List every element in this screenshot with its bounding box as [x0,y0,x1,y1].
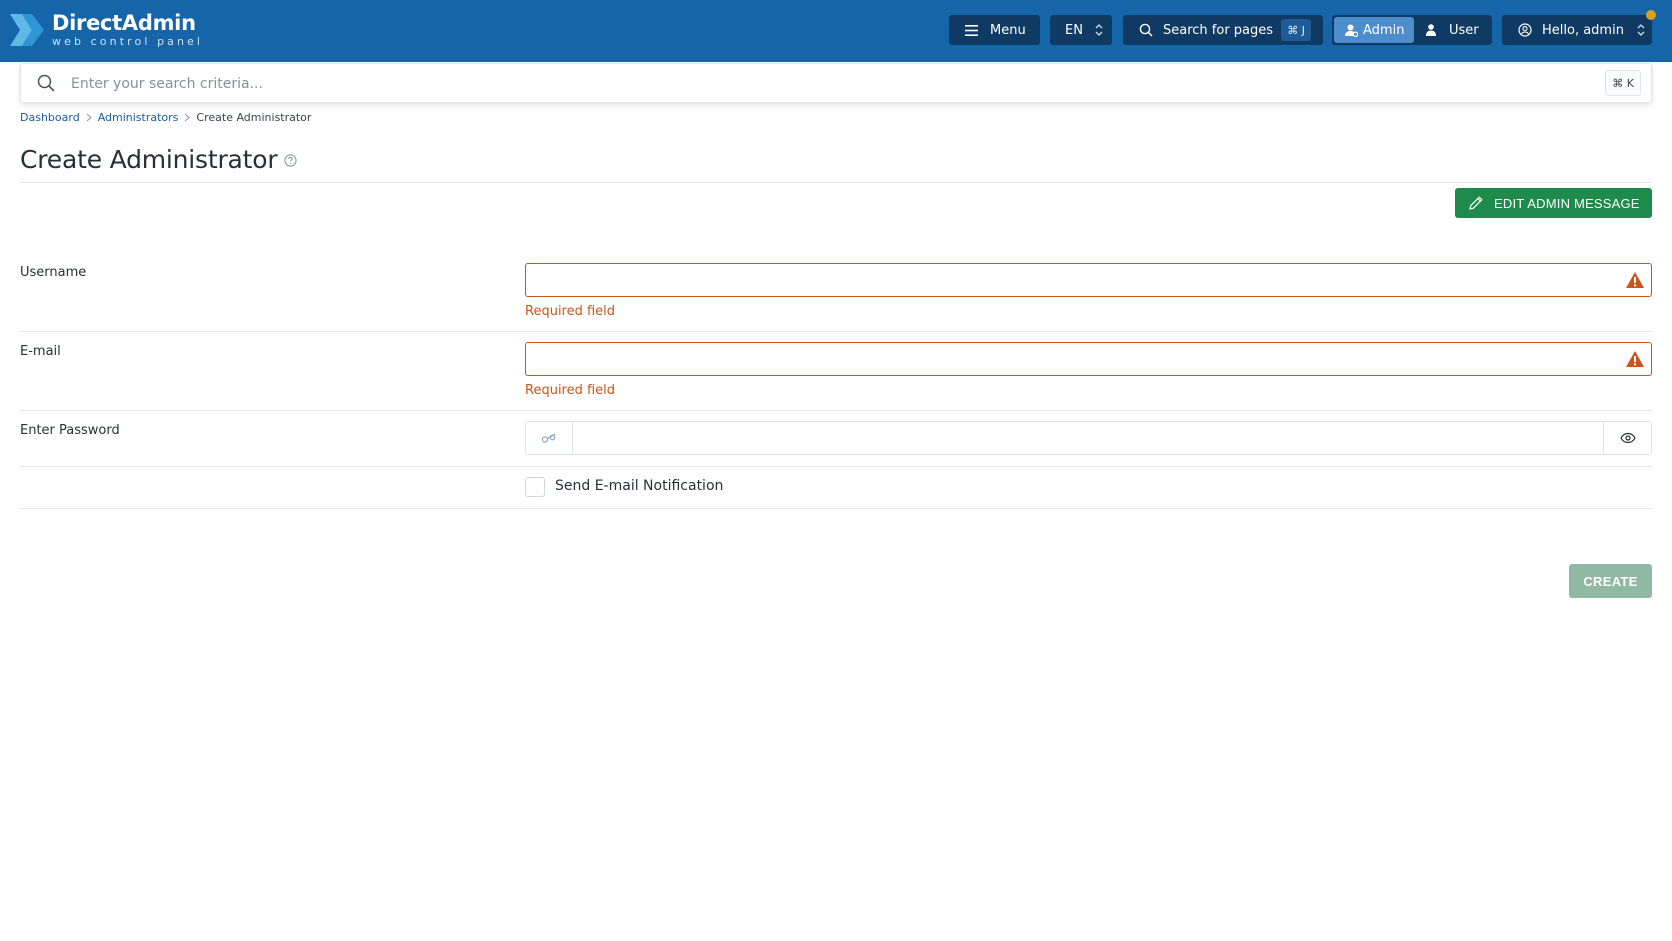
create-button[interactable]: CREATE [1569,564,1652,598]
brand-name: DirectAdmin [52,11,196,35]
role-user-button[interactable]: User [1414,17,1488,43]
generate-password-button[interactable] [525,421,573,455]
email-label: E-mail [20,344,61,359]
breadcrumb-dashboard[interactable]: Dashboard [20,111,80,124]
language-value: EN [1065,22,1083,38]
notification-dot[interactable] [1646,10,1656,20]
logo-chevron-icon [10,14,44,46]
menu-label: Menu [990,22,1026,38]
menu-button[interactable]: Menu [949,15,1040,45]
chevron-right-icon [184,113,191,122]
directadmin-logo[interactable]: DirectAdmin web control panel [10,8,203,52]
edit-admin-message-label: EDIT ADMIN MESSAGE [1494,195,1640,211]
warning-icon [1626,351,1644,367]
breadcrumb-current: Create Administrator [196,110,312,124]
role-admin-button[interactable]: Admin [1334,17,1414,43]
password-field [572,421,1604,455]
title-divider [20,182,1652,183]
username-field [525,263,1652,297]
warning-icon [1626,272,1644,288]
global-search-bar: ⌘ K [20,63,1652,103]
account-menu-button[interactable]: Hello, admin [1502,15,1652,45]
breadcrumb: Dashboard Administrators Create Administ… [20,110,311,124]
toggle-password-visibility-button[interactable] [1603,421,1652,455]
language-select[interactable]: EN [1050,15,1112,45]
greeting-label: Hello, admin [1542,22,1624,38]
search-pages-button[interactable]: Search for pages ⌘ J [1123,15,1323,45]
select-chevron-icon [1637,24,1645,36]
role-admin-label: Admin [1363,22,1405,38]
search-shortcut: ⌘ K [1605,70,1641,96]
page-title: Create Administrator [20,145,278,174]
breadcrumb-administrators[interactable]: Administrators [98,111,179,124]
email-input[interactable] [536,348,1596,370]
search-icon [37,74,55,92]
username-input[interactable] [536,269,1596,291]
role-user-label: User [1449,22,1479,38]
row-divider [20,331,1652,332]
username-label: Username [20,265,87,280]
hamburger-icon [965,24,978,36]
account-circle-icon [1518,23,1532,37]
edit-admin-message-button[interactable]: EDIT ADMIN MESSAGE [1455,188,1652,218]
send-email-notification-label[interactable]: Send E-mail Notification [555,478,723,494]
row-divider [20,466,1652,467]
search-icon [1139,23,1153,37]
global-search-input[interactable] [71,72,1521,96]
eye-icon [1619,432,1636,444]
admin-user-icon [1345,24,1358,37]
brand-tagline: web control panel [52,35,204,48]
row-divider [20,410,1652,411]
password-input[interactable] [583,427,1583,449]
select-chevron-icon [1095,24,1103,36]
email-field [525,342,1652,376]
generate-key-icon [541,433,556,443]
search-pages-label: Search for pages [1163,22,1274,38]
send-email-notification-checkbox[interactable] [525,477,545,497]
page-title-block: Create Administrator [20,145,298,174]
help-icon[interactable] [284,152,298,171]
top-navbar: DirectAdmin web control panel Menu EN Se… [0,0,1672,62]
user-icon [1426,24,1436,36]
role-switcher: Admin User [1332,15,1492,45]
password-label: Enter Password [20,423,120,438]
chevron-right-icon [86,113,92,122]
email-error: Required field [525,383,616,398]
pencil-icon [1469,196,1483,210]
search-pages-shortcut: ⌘ J [1281,19,1311,41]
username-error: Required field [525,304,616,319]
row-divider [20,508,1652,509]
